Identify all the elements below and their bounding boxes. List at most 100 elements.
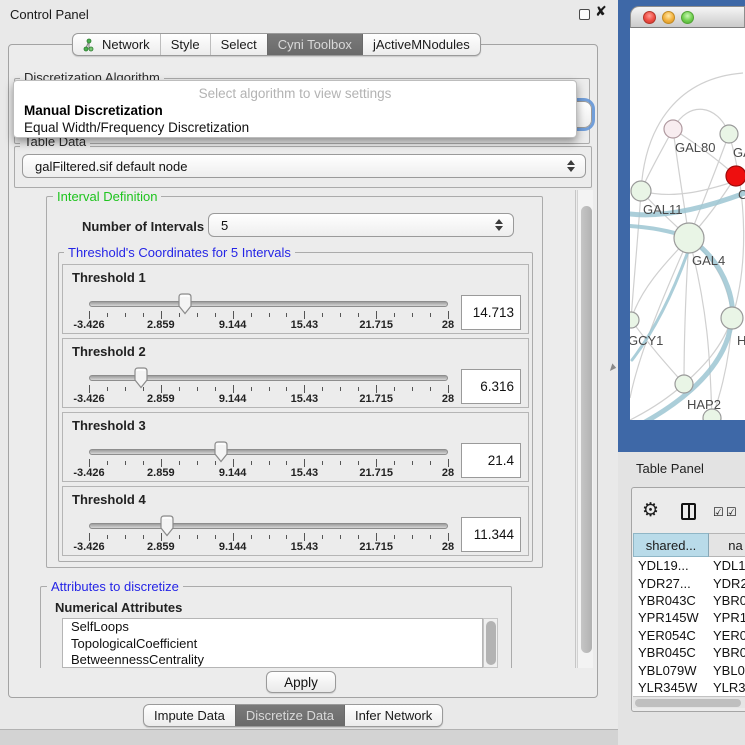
scrollbar-thumb[interactable] (635, 699, 741, 707)
slider-ticks (89, 533, 448, 541)
scale-label: 15.43 (291, 467, 319, 479)
table-row[interactable]: YBR045CYBR0 (633, 644, 745, 661)
network-graph[interactable]: GAL80GACGAL11GAL4GCY1HHAP2 (630, 28, 745, 420)
cell-shared-name: YBR043C (633, 593, 709, 608)
scale-label: 9.144 (219, 319, 247, 331)
cell-name: YLR3 (709, 680, 745, 695)
table-row[interactable]: YDL19...YDL1 (633, 557, 745, 574)
interval-definition-title: Interval Definition (53, 190, 161, 204)
threshold-panel-3: Threshold 3-3.4262.8599.14415.4321.71528… (62, 412, 529, 482)
gear-icon[interactable]: ⚙ (642, 499, 659, 522)
scale-label: 21.715 (359, 467, 393, 479)
zoom-traffic-light[interactable] (681, 11, 694, 24)
table-horizontal-scrollbar[interactable] (633, 696, 745, 708)
threshold-value-field[interactable]: 11.344 (461, 517, 521, 552)
popup-option-equal-width[interactable]: Equal Width/Frequency Discretization (16, 120, 257, 135)
threshold-label: Threshold 2 (72, 344, 146, 359)
table-data-combo[interactable]: galFiltered.sif default node (22, 154, 586, 178)
network-node[interactable] (720, 125, 738, 143)
network-node[interactable] (675, 375, 693, 393)
network-node[interactable] (630, 312, 639, 328)
network-canvas[interactable]: GAL80GACGAL11GAL4GCY1HHAP2 (630, 28, 745, 420)
tab-jactivemnodules[interactable]: jActiveMNodules (362, 34, 480, 55)
network-node-label: GAL11 (643, 202, 683, 217)
network-desktop-background: GAL80GACGAL11GAL4GCY1HHAP2 (618, 0, 745, 452)
table-row[interactable]: YPR145WYPR1 (633, 609, 745, 626)
table-row[interactable]: YBR043CYBR0 (633, 592, 745, 609)
close-icon[interactable]: ✘ (595, 3, 607, 20)
column-header-shared-name[interactable]: shared... (633, 533, 709, 557)
tab-style[interactable]: Style (160, 34, 210, 55)
threshold-value-field[interactable]: 6.316 (461, 369, 521, 404)
mouse-cursor (610, 363, 617, 372)
numerical-attributes-list[interactable]: SelfLoopsTopologicalCoefficientBetweenne… (62, 618, 483, 668)
cell-shared-name: YDR27... (633, 576, 709, 591)
slider-ticks (89, 385, 448, 393)
tab-infer-network[interactable]: Infer Network (344, 705, 442, 726)
attribute-list-item[interactable]: TopologicalCoefficient (71, 636, 482, 653)
tab-label: Infer Network (355, 708, 432, 723)
table-row[interactable]: YER054CYER0 (633, 627, 745, 644)
settings-scrollbar[interactable] (577, 190, 593, 668)
tab-label: Style (171, 37, 200, 52)
network-node[interactable] (726, 166, 745, 186)
control-panel-header: Control Panel ✘ (0, 0, 620, 30)
popup-option-manual[interactable]: Manual Discretization (16, 103, 171, 118)
table-panel-title: Table Panel (636, 461, 704, 476)
threshold-panel-2: Threshold 2-3.4262.8599.14415.4321.71528… (62, 338, 529, 408)
number-of-intervals-combo[interactable]: 5 (208, 213, 514, 237)
table-panel-body: ⚙ ☑ ☑ shared... na YDL19...YDL1YDR27...Y… (631, 487, 745, 712)
network-window-titlebar[interactable] (630, 6, 745, 28)
scrollbar-thumb[interactable] (486, 621, 496, 665)
scale-label: 28 (442, 467, 454, 479)
threshold-value-field[interactable]: 21.4 (461, 443, 521, 478)
scale-label: -3.426 (73, 541, 104, 553)
network-node[interactable] (674, 223, 704, 253)
minimize-traffic-light[interactable] (662, 11, 675, 24)
column-header-name[interactable]: na (709, 533, 745, 557)
slider-ticks (89, 311, 448, 319)
scale-label: 28 (442, 393, 454, 405)
attributes-list-scrollbar[interactable] (483, 618, 498, 668)
scrollbar-thumb[interactable] (581, 206, 592, 653)
checkbox-select-icon[interactable]: ☑ (726, 505, 737, 519)
float-window-icon[interactable] (579, 9, 590, 20)
tab-select[interactable]: Select (210, 34, 267, 55)
attribute-list-item[interactable]: SelfLoops (71, 619, 482, 636)
cell-shared-name: YBL079W (633, 663, 709, 678)
tab-cyni-toolbox[interactable]: Cyni Toolbox (267, 34, 362, 55)
table-row[interactable]: YLR345WYLR3 (633, 679, 745, 696)
scale-label: 9.144 (219, 393, 247, 405)
app-root: Control Panel ✘ Network Style Select Cyni T… (0, 0, 745, 745)
tab-impute-data[interactable]: Impute Data (144, 705, 235, 726)
apply-button[interactable]: Apply (266, 671, 336, 693)
table-row[interactable]: YBL079WYBL0 (633, 661, 745, 678)
checkbox-select-icon[interactable]: ☑ (713, 505, 724, 519)
threshold-panel-4: Threshold 4-3.4262.8599.14415.4321.71528… (62, 486, 529, 556)
network-node[interactable] (664, 120, 682, 138)
threshold-value-field[interactable]: 14.713 (461, 295, 521, 330)
slider-track[interactable] (89, 301, 448, 307)
network-node[interactable] (631, 181, 651, 201)
split-columns-icon[interactable] (681, 503, 696, 520)
slider-ticks (89, 459, 448, 467)
number-of-intervals-label: Number of Intervals (82, 219, 204, 234)
table-row[interactable]: YDR27...YDR2 (633, 574, 745, 591)
threshold-label: Threshold 4 (72, 492, 146, 507)
cell-shared-name: YBR045C (633, 645, 709, 660)
number-of-intervals-value: 5 (221, 218, 228, 233)
table-data-combo-value: galFiltered.sif default node (35, 159, 187, 174)
tab-network[interactable]: Network (73, 34, 160, 55)
attribute-list-item[interactable]: BetweennessCentrality (71, 652, 482, 668)
tab-label: Impute Data (154, 708, 225, 723)
slider-track[interactable] (89, 449, 448, 455)
top-tab-bar: Network Style Select Cyni Toolbox jActiveMNo… (72, 33, 481, 56)
close-traffic-light[interactable] (643, 11, 656, 24)
threshold-label: Threshold 1 (72, 270, 146, 285)
network-node[interactable] (721, 307, 743, 329)
combo-spinner-icon (567, 159, 576, 173)
slider-track[interactable] (89, 523, 448, 529)
scale-label: 28 (442, 541, 454, 553)
tab-label: Cyni Toolbox (278, 37, 352, 52)
tab-discretize-data[interactable]: Discretize Data (235, 705, 344, 726)
